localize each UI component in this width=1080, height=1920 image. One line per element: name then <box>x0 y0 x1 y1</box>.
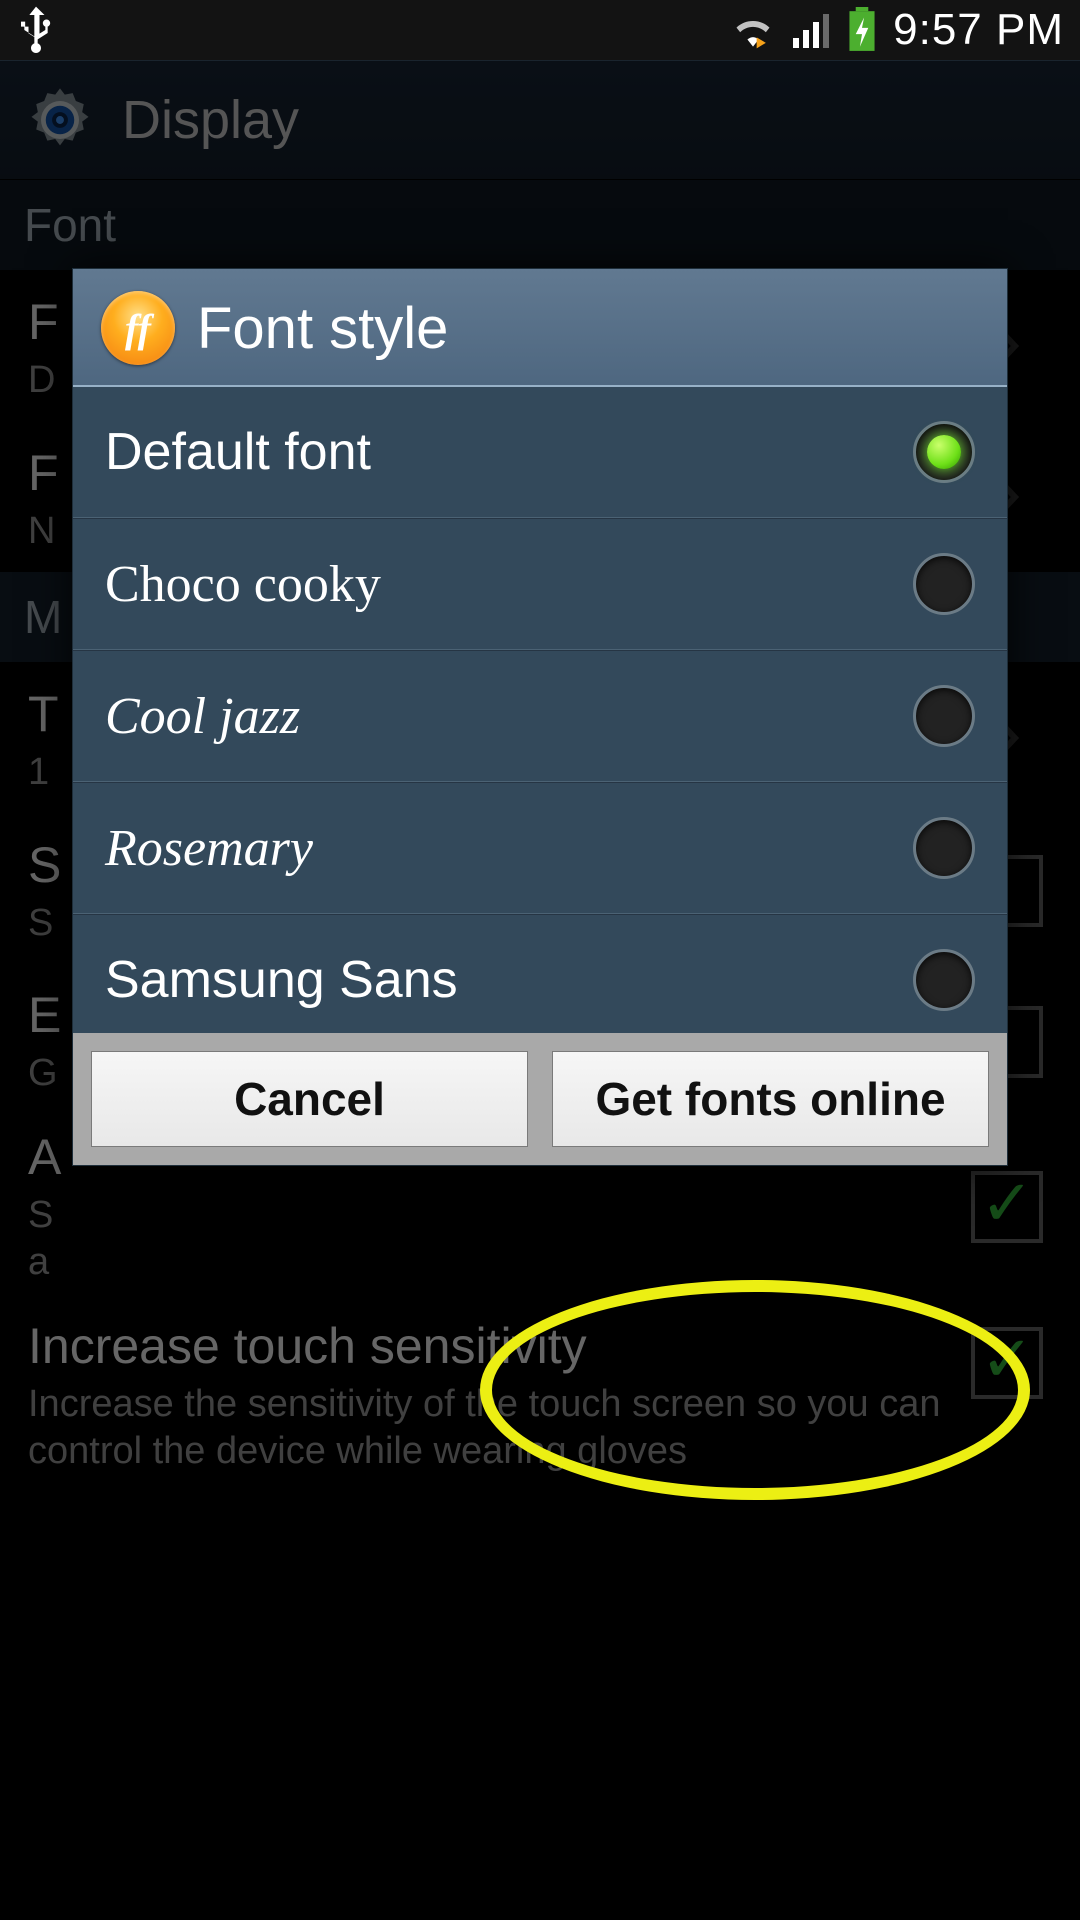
status-time: 9:57 PM <box>893 5 1064 55</box>
font-option-cool-jazz[interactable]: Cool jazz <box>73 650 1007 782</box>
font-options-list: Default font Choco cooky Cool jazz Rosem… <box>73 387 1007 1033</box>
cancel-button[interactable]: Cancel <box>91 1051 528 1147</box>
dialog-title: Font style <box>197 295 448 362</box>
fontflip-icon: ff <box>101 291 175 365</box>
status-bar: 9:57 PM <box>0 0 1080 60</box>
wifi-icon <box>731 10 775 50</box>
battery-icon <box>847 7 877 53</box>
radio-button[interactable] <box>913 685 975 747</box>
font-option-default[interactable]: Default font <box>73 387 1007 518</box>
option-label: Samsung Sans <box>105 950 913 1010</box>
radio-button[interactable] <box>913 421 975 483</box>
font-option-rosemary[interactable]: Rosemary <box>73 782 1007 914</box>
usb-icon <box>16 6 56 54</box>
get-fonts-online-button[interactable]: Get fonts online <box>552 1051 989 1147</box>
radio-button[interactable] <box>913 817 975 879</box>
option-label: Default font <box>105 422 913 482</box>
dialog-button-row: Cancel Get fonts online <box>73 1033 1007 1165</box>
option-label: Cool jazz <box>105 687 913 746</box>
option-label: Rosemary <box>105 819 913 878</box>
font-option-choco-cooky[interactable]: Choco cooky <box>73 518 1007 650</box>
option-label: Choco cooky <box>105 555 913 614</box>
font-option-samsung-sans[interactable]: Samsung Sans <box>73 914 1007 1033</box>
dialog-header: ff Font style <box>73 269 1007 387</box>
radio-button[interactable] <box>913 949 975 1011</box>
font-style-dialog: ff Font style Default font Choco cooky C… <box>72 268 1008 1166</box>
radio-button[interactable] <box>913 553 975 615</box>
signal-icon <box>791 10 831 50</box>
